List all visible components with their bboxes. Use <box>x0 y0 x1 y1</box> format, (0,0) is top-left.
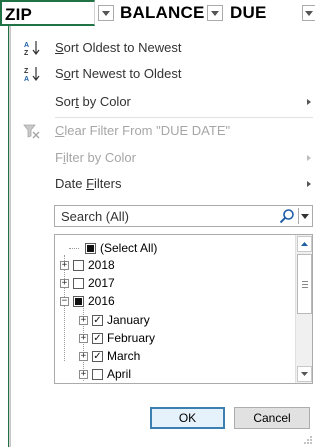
tree-label: 2018 <box>88 258 115 272</box>
svg-text:A: A <box>24 76 29 82</box>
select-all-checkbox[interactable] <box>85 243 96 254</box>
filter-values-tree: (Select All) + 2018 + 2017 − 2016 + Janu… <box>54 234 313 384</box>
tree-item-april[interactable]: + April <box>55 365 295 383</box>
checkbox-february[interactable] <box>92 333 103 344</box>
search-icon <box>279 209 294 224</box>
chevron-down-icon <box>211 10 219 16</box>
autofilter-dropdown-panel: A Z Sort Oldest to Newest Z A Sort Newes… <box>10 26 315 447</box>
expand-icon[interactable]: + <box>79 352 88 361</box>
checkbox-april[interactable] <box>92 369 103 380</box>
header-label-zip: ZIP <box>5 5 33 24</box>
checkbox-january[interactable] <box>92 315 103 326</box>
ok-button[interactable]: OK <box>150 407 225 429</box>
menu-clear-filter[interactable]: Clear Filter From "DUE DATE" <box>11 119 316 143</box>
menu-label: Sort Oldest to Newest <box>55 40 182 55</box>
checkbox-2017[interactable] <box>73 278 84 289</box>
tree-label: (Select All) <box>100 241 158 255</box>
checkbox-2016[interactable] <box>73 296 84 307</box>
menu-date-filters[interactable]: Date Filters <box>11 172 316 196</box>
filter-dropdown-button-due-date[interactable] <box>207 5 223 21</box>
grip-icon <box>302 281 308 282</box>
arrow-down-icon <box>301 372 308 376</box>
submenu-arrow-icon <box>307 155 311 161</box>
header-label-balance: BALANCE <box>120 3 205 22</box>
scrollbar-thumb[interactable] <box>297 254 312 314</box>
filter-dropdown-button-balance[interactable] <box>98 5 114 21</box>
menu-filter-by-color[interactable]: Filter by Color <box>11 146 316 170</box>
cancel-button[interactable]: Cancel <box>234 407 310 429</box>
expand-icon[interactable]: + <box>79 370 88 379</box>
tree-item-select-all[interactable]: (Select All) <box>55 239 295 257</box>
collapse-icon[interactable]: − <box>60 297 69 306</box>
clear-filter-icon <box>23 124 40 139</box>
search-box <box>54 205 313 227</box>
svg-text:Z: Z <box>24 50 29 56</box>
menu-label: Sort by Color <box>55 94 131 109</box>
expand-icon[interactable]: + <box>79 334 88 343</box>
menu-sort-oldest-to-newest[interactable]: A Z Sort Oldest to Newest <box>11 36 316 60</box>
tree-scrollbar[interactable] <box>295 235 312 383</box>
search-input[interactable] <box>55 206 275 226</box>
tree-label: January <box>107 313 150 327</box>
menu-label: Date Filters <box>55 176 122 191</box>
menu-sort-newest-to-oldest[interactable]: Z A Sort Newest to Oldest <box>11 62 316 86</box>
checkbox-march[interactable] <box>92 351 103 362</box>
sort-descending-icon: Z A <box>24 67 40 82</box>
svg-text:Z: Z <box>24 68 29 75</box>
tree-item-2018[interactable]: + 2018 <box>55 256 295 274</box>
menu-label: Filter by Color <box>55 150 136 165</box>
expand-icon[interactable]: + <box>60 279 69 288</box>
tree-label: March <box>107 349 141 363</box>
expand-icon[interactable]: + <box>60 261 69 270</box>
tree-label: February <box>107 331 156 345</box>
expand-icon[interactable]: + <box>79 316 88 325</box>
menu-sort-by-color[interactable]: Sort by Color <box>11 90 316 114</box>
tree-item-2017[interactable]: + 2017 <box>55 274 295 292</box>
submenu-arrow-icon <box>307 99 311 105</box>
submenu-arrow-icon <box>307 181 311 187</box>
sort-ascending-icon: A Z <box>24 41 40 56</box>
scroll-down-button[interactable] <box>297 366 312 382</box>
chevron-down-icon <box>102 10 110 16</box>
tree-item-march[interactable]: + March <box>55 347 295 365</box>
svg-text:A: A <box>24 42 29 49</box>
filter-dropdown-button-next[interactable] <box>302 5 315 21</box>
menu-label: Clear Filter From "DUE DATE" <box>55 123 231 138</box>
header-cell-zip[interactable]: ZIP <box>0 0 95 26</box>
tree-label: 2016 <box>88 294 115 308</box>
chevron-down-icon <box>305 10 313 16</box>
tree-item-january[interactable]: + January <box>55 311 295 329</box>
tree-item-2016[interactable]: − 2016 <box>55 292 295 310</box>
selected-column-border <box>8 26 9 447</box>
chevron-down-icon <box>301 213 309 219</box>
menu-label: Sort Newest to Oldest <box>55 66 182 81</box>
column-header-row: ZIP BALANCE DUE DATE <box>0 0 315 48</box>
tree-label: April <box>107 367 132 381</box>
resize-grip-icon[interactable] <box>303 435 313 445</box>
search-dropdown-button[interactable] <box>298 208 311 224</box>
tree-item-february[interactable]: + February <box>55 329 295 347</box>
tree-label: 2017 <box>88 276 115 290</box>
arrow-up-icon <box>301 242 308 246</box>
checkbox-2018[interactable] <box>73 260 84 271</box>
menu-separator <box>55 117 313 118</box>
scroll-up-button[interactable] <box>297 236 312 252</box>
